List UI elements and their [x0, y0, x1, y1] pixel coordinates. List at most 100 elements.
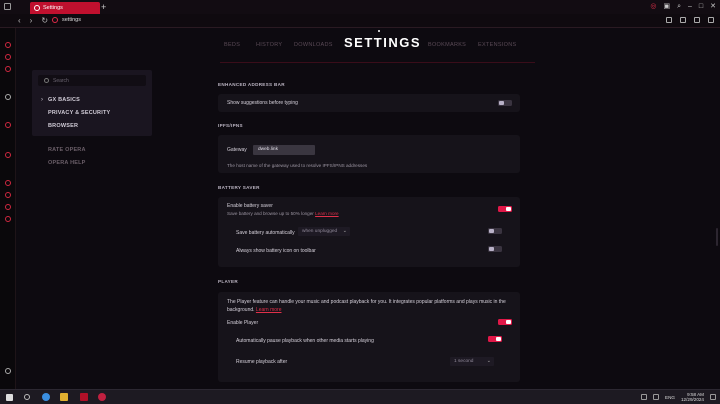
address-bar-card: Show suggestions before typing: [218, 94, 520, 112]
section-heading-player: PLAYER: [218, 279, 239, 284]
battery-sub-text: Save battery and browse up to 50% longer…: [227, 211, 339, 216]
enable-player-toggle[interactable]: [498, 319, 512, 325]
save-battery-auto-toggle[interactable]: [488, 228, 502, 234]
tab-bar: Settings + ◎ ▣ ⌕ – □ ✕: [0, 0, 720, 14]
maximize-icon[interactable]: □: [699, 3, 703, 10]
opera-url-icon: [52, 17, 58, 23]
search-tabs-icon[interactable]: ⌕: [677, 3, 681, 10]
gear-icon[interactable]: [5, 216, 11, 222]
header-divider: [220, 62, 535, 63]
menu-icon[interactable]: [708, 17, 714, 23]
show-battery-icon-label: Always show battery icon on toolbar: [236, 248, 316, 254]
new-tab-button[interactable]: +: [101, 2, 106, 12]
sidebar-strip: [0, 28, 16, 389]
back-icon[interactable]: ‹: [18, 16, 21, 25]
menu-item-rate-opera[interactable]: RATE OPERA: [48, 147, 86, 153]
page-title: SETTINGS: [344, 35, 422, 50]
close-icon[interactable]: ✕: [710, 3, 716, 10]
save-battery-auto-label: Save battery automatically: [236, 230, 295, 236]
address-actions: [666, 17, 714, 23]
chevron-right-icon: ›: [41, 97, 43, 103]
file-explorer-icon[interactable]: [60, 393, 68, 401]
windows-start-icon[interactable]: [6, 394, 13, 401]
clock[interactable]: 9:58 AM 12/29/2024: [681, 392, 704, 402]
tabbar-controls: [4, 3, 11, 10]
tab-settings[interactable]: Settings: [30, 2, 100, 14]
nav-downloads[interactable]: DOWNLOADS: [294, 42, 333, 48]
more-icon[interactable]: [5, 368, 11, 374]
url-text: settings: [62, 17, 81, 23]
settings-search-input[interactable]: Search: [38, 75, 146, 86]
auto-pause-label: Automatically pause playback when other …: [236, 338, 374, 344]
settings-header: BEDS HISTORY DOWNLOADS SETTINGS BOOKMARK…: [16, 28, 720, 70]
opera-gx-taskbar-icon[interactable]: [80, 393, 88, 401]
gx-corner-icon[interactable]: [5, 42, 11, 48]
messenger-icon[interactable]: [5, 66, 11, 72]
menu-item-opera-help[interactable]: OPERA HELP: [48, 160, 86, 166]
url-field[interactable]: settings: [52, 17, 81, 23]
search-icon[interactable]: [24, 394, 30, 400]
battery-mode-select[interactable]: when unplugged ⌄: [298, 227, 350, 236]
snapshot-icon[interactable]: [666, 17, 672, 23]
gx-control-icon[interactable]: ◎: [650, 3, 656, 10]
chevron-down-icon: ⌄: [342, 228, 347, 234]
player-learn-more-link[interactable]: Learn more: [256, 307, 282, 313]
section-heading-address-bar: ENHANCED ADDRESS BAR: [218, 82, 285, 87]
show-suggestions-label: Show suggestions before typing: [227, 100, 298, 106]
page-scrollbar[interactable]: [716, 228, 718, 246]
forward-icon[interactable]: ›: [30, 16, 33, 25]
menu-item-gx-basics[interactable]: GX BASICS: [48, 97, 80, 103]
minimize-icon[interactable]: –: [688, 3, 692, 10]
gateway-help-text: The host name of the gateway used to res…: [227, 163, 368, 168]
show-suggestions-toggle[interactable]: [498, 100, 512, 106]
settings-sidebar-icon[interactable]: [5, 122, 11, 128]
nav-extensions[interactable]: EXTENSIONS: [478, 42, 516, 48]
bookmarks-icon[interactable]: [5, 180, 11, 186]
opera-taskbar-icon[interactable]: [98, 393, 106, 401]
reload-icon[interactable]: ↻: [41, 16, 48, 25]
opera-icon: [34, 5, 40, 11]
keyboard-icon[interactable]: [641, 394, 648, 400]
resume-playback-select[interactable]: 1 second ⌄: [450, 357, 494, 366]
menu-item-privacy[interactable]: PRIVACY & SECURITY: [48, 110, 110, 116]
system-tray: ENG 9:58 AM 12/29/2024: [641, 392, 716, 402]
download-icon[interactable]: [694, 17, 700, 23]
heart-icon[interactable]: [680, 17, 686, 23]
header-accent-mark: [378, 30, 380, 32]
gateway-label: Gateway: [227, 147, 247, 153]
battery-card: Enable battery saver Save battery and br…: [218, 197, 520, 267]
player-description: The Player feature can handle your music…: [227, 299, 506, 313]
extensions-icon[interactable]: [5, 204, 11, 210]
chrome-icon[interactable]: [42, 393, 50, 401]
show-battery-icon-toggle[interactable]: [488, 246, 502, 252]
nav-history[interactable]: HISTORY: [256, 42, 282, 48]
nav-beds[interactable]: BEDS: [224, 42, 240, 48]
resume-playback-value: 1 second: [454, 359, 474, 364]
nav-bookmarks[interactable]: BOOKMARKS: [428, 42, 466, 48]
enable-player-label: Enable Player: [227, 320, 259, 326]
language-indicator[interactable]: ENG: [665, 395, 675, 400]
enable-battery-toggle[interactable]: [498, 206, 512, 212]
section-heading-battery: BATTERY SAVER: [218, 185, 260, 190]
gateway-input[interactable]: dweb.link: [253, 145, 315, 155]
nav-controls: ‹ › ↻: [18, 16, 48, 25]
network-icon[interactable]: [653, 394, 660, 400]
address-bar: ‹ › ↻ settings: [0, 14, 720, 28]
chevron-down-icon: ⌄: [486, 358, 491, 364]
notifications-icon[interactable]: [710, 394, 716, 400]
auto-pause-toggle[interactable]: [488, 336, 502, 342]
player-icon[interactable]: [5, 94, 11, 100]
player-card: The Player feature can handle your music…: [218, 292, 520, 382]
history-icon[interactable]: [5, 152, 11, 158]
section-heading-ipfs: IPFS/IPNS: [218, 123, 243, 128]
twitch-icon[interactable]: [5, 54, 11, 60]
camera-icon[interactable]: ▣: [663, 3, 670, 10]
taskbar: ENG 9:58 AM 12/29/2024: [0, 389, 720, 404]
opera-menu-icon[interactable]: [4, 3, 11, 10]
menu-item-browser[interactable]: BROWSER: [48, 123, 78, 129]
clock-icon[interactable]: [5, 192, 11, 198]
resume-playback-label: Resume playback after: [236, 359, 288, 365]
battery-learn-more-link[interactable]: Learn more: [315, 211, 339, 216]
search-placeholder: Search: [53, 77, 69, 84]
clock-date: 12/29/2024: [681, 397, 704, 402]
